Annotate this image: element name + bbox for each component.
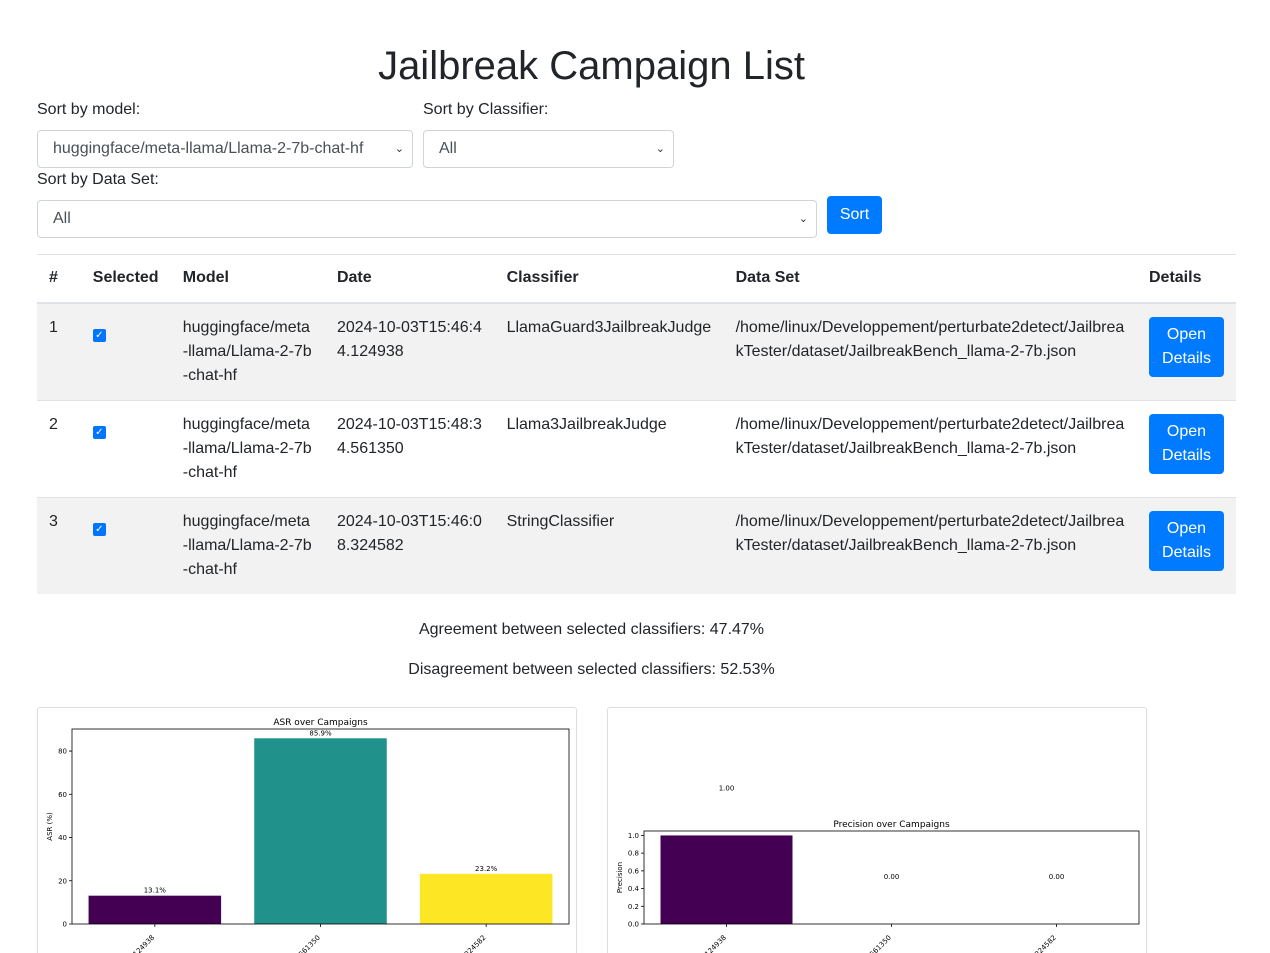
row-details-cell: Open Details xyxy=(1137,400,1236,498)
disagreement-stat: Disagreement between selected classifier… xyxy=(408,661,775,678)
chart-title: Precision over Campaigns xyxy=(833,820,950,830)
bar-data-label: 85.9% xyxy=(309,729,332,737)
y-tick-label: 0.0 xyxy=(628,921,639,929)
row-classifier: LlamaGuard3JailbreakJudge xyxy=(494,302,724,401)
chart-bar xyxy=(254,738,387,924)
row-num: 1 xyxy=(37,302,81,401)
bar-data-label: 23.2% xyxy=(475,865,498,873)
row-dataset: /home/linux/Developpement/perturbate2det… xyxy=(723,497,1137,594)
model-select[interactable]: huggingface/meta-llama/Llama-2-7b-chat-h… xyxy=(37,130,413,168)
x-tick-label: ...4:124938 xyxy=(122,934,156,953)
y-tick-label: 0 xyxy=(63,921,67,929)
header-selected: Selected xyxy=(80,255,171,304)
y-tick-label: 60 xyxy=(58,791,67,799)
y-tick-label: 0.2 xyxy=(628,903,639,911)
row-classifier: Llama3JailbreakJudge xyxy=(494,400,724,498)
selected-checkbox[interactable]: ✓ xyxy=(92,523,106,536)
dataset-filter-label: Sort by Data Set: xyxy=(37,171,159,188)
row-selected-cell: ✓ xyxy=(80,302,171,401)
row-model: huggingface/meta-llama/Llama-2-7b-chat-h… xyxy=(170,497,325,594)
row-date: 2024-10-03T15:48:34.561350 xyxy=(324,400,495,498)
row-selected-cell: ✓ xyxy=(80,497,171,594)
asr-chart: ASR over Campaigns ASR (%) 13.1% ...4:12493… xyxy=(46,718,570,953)
y-tick-label: 0.8 xyxy=(628,850,639,858)
row-selected-cell: ✓ xyxy=(80,400,171,498)
chevron-down-icon: ⌄ xyxy=(798,213,808,225)
row-date: 2024-10-03T15:46:08.324582 xyxy=(324,497,495,594)
row-model: huggingface/meta-llama/Llama-2-7b-chat-h… xyxy=(170,302,325,401)
row-dataset: /home/linux/Developpement/perturbate2det… xyxy=(723,400,1137,498)
x-tick-label: ...4:124938 xyxy=(694,934,728,953)
selected-checkbox[interactable]: ✓ xyxy=(92,426,106,439)
row-model: huggingface/meta-llama/Llama-2-7b-chat-h… xyxy=(170,400,325,498)
row-date: 2024-10-03T15:46:44.124938 xyxy=(324,302,495,401)
x-tick-label: ...:561350 xyxy=(291,934,322,953)
x-tick-label: ...:561350 xyxy=(862,934,893,953)
dataset-select-value: All xyxy=(53,210,71,227)
classifier-select[interactable]: All ⌄ xyxy=(423,130,674,168)
row-details-cell: Open Details xyxy=(1137,497,1236,594)
x-tick-label: ...:324582 xyxy=(1027,934,1058,953)
row-classifier: StringClassifier xyxy=(494,497,724,594)
y-tick-label: 0.4 xyxy=(628,885,640,893)
model-filter-label: Sort by model: xyxy=(37,101,141,118)
selected-checkbox[interactable]: ✓ xyxy=(92,329,106,342)
header-num: # xyxy=(37,255,81,304)
bar-data-label: 1.00 xyxy=(719,784,735,792)
header-details: Details xyxy=(1137,255,1236,304)
classifier-select-value: All xyxy=(439,140,457,157)
open-details-button[interactable]: Open Details xyxy=(1149,317,1224,377)
precision-chart: Precision over Campaigns Precision 1.00...… xyxy=(616,784,1140,953)
sort-button[interactable]: Sort xyxy=(827,196,882,234)
open-details-button[interactable]: Open Details xyxy=(1149,511,1224,571)
header-model: Model xyxy=(170,255,325,304)
precision-chart-card: Precision over Campaigns Precision 1.00...… xyxy=(607,707,1147,953)
y-tick-label: 40 xyxy=(58,834,67,842)
row-num: 3 xyxy=(37,497,81,594)
y-tick-label: 1.0 xyxy=(628,832,639,840)
table-row: 2 ✓ huggingface/meta-llama/Llama-2-7b-ch… xyxy=(37,400,1236,498)
table-header-row: # Selected Model Date Classifier Data Se… xyxy=(37,255,1236,304)
open-details-button[interactable]: Open Details xyxy=(1149,414,1224,474)
classifier-filter-label: Sort by Classifier: xyxy=(423,101,549,118)
row-dataset: /home/linux/Developpement/perturbate2det… xyxy=(723,302,1137,401)
agreement-stat: Agreement between selected classifiers: … xyxy=(418,621,765,638)
chevron-down-icon: ⌄ xyxy=(655,143,665,155)
y-axis-label: Precision xyxy=(616,862,624,893)
chart-title: ASR over Campaigns xyxy=(273,718,368,728)
chart-bar xyxy=(88,895,222,924)
table-row: 1 ✓ huggingface/meta-llama/Llama-2-7b-ch… xyxy=(37,302,1236,401)
header-date: Date xyxy=(324,255,495,304)
bar-data-label: 0.00 xyxy=(884,873,900,881)
chart-bar xyxy=(660,835,793,924)
asr-chart-card: ASR over Campaigns ASR (%) 13.1% ...4:12493… xyxy=(37,707,577,953)
chevron-down-icon: ⌄ xyxy=(394,143,404,155)
page-title: Jailbreak Campaign List xyxy=(378,44,805,88)
y-tick-label: 0.6 xyxy=(628,867,640,875)
model-select-value: huggingface/meta-llama/Llama-2-7b-chat-h… xyxy=(53,140,364,157)
header-dataset: Data Set xyxy=(723,255,1137,304)
header-classifier: Classifier xyxy=(494,255,724,304)
y-tick-label: 20 xyxy=(58,877,67,885)
campaign-table: # Selected Model Date Classifier Data Se… xyxy=(37,255,1236,594)
bar-data-label: 0.00 xyxy=(1049,873,1065,881)
x-tick-label: ...:324582 xyxy=(457,934,488,953)
y-tick-label: 80 xyxy=(58,748,67,756)
row-num: 2 xyxy=(37,400,81,498)
dataset-select[interactable]: All ⌄ xyxy=(37,200,817,238)
table-row: 3 ✓ huggingface/meta-llama/Llama-2-7b-ch… xyxy=(37,497,1236,594)
bar-data-label: 13.1% xyxy=(144,887,167,895)
chart-bar xyxy=(419,873,553,924)
row-details-cell: Open Details xyxy=(1137,302,1236,401)
y-axis-label: ASR (%) xyxy=(46,812,54,841)
